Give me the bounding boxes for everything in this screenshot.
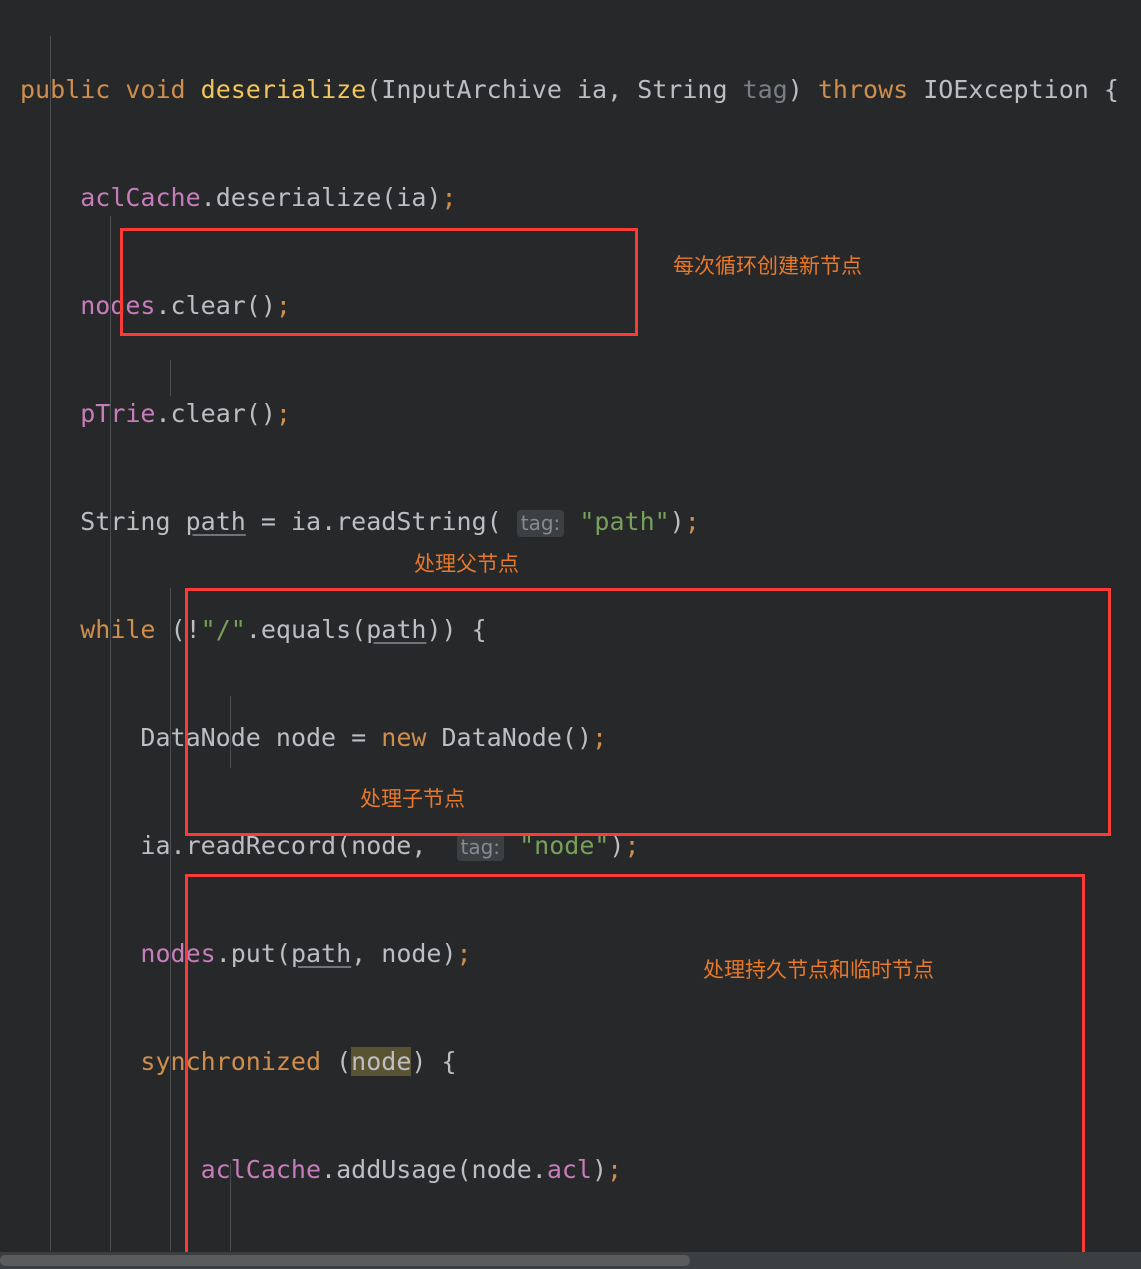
source-code-block[interactable]: public void deserialize(InputArchive ia,… xyxy=(0,0,1141,1269)
param-hint-tag: tag: xyxy=(516,510,565,537)
caret-highlight-node: node xyxy=(351,1047,412,1076)
code-line: aclCache.addUsage(node.acl); xyxy=(200,1155,623,1184)
code-editor-viewport[interactable]: public void deserialize(InputArchive ia,… xyxy=(0,0,1141,1269)
annotation-handle-persistent-and-ephemeral: 处理持久节点和临时节点 xyxy=(703,958,934,982)
horizontal-scrollbar-thumb[interactable] xyxy=(0,1255,690,1266)
code-line: ia.readRecord(node, tag: "node"); xyxy=(140,831,640,861)
annotation-handle-parent-node: 处理父节点 xyxy=(414,552,519,576)
code-line: public void deserialize(InputArchive ia,… xyxy=(20,75,1119,104)
horizontal-scrollbar[interactable] xyxy=(0,1252,1141,1269)
code-line: pTrie.clear(); xyxy=(80,399,291,428)
code-line: aclCache.deserialize(ia); xyxy=(80,183,457,212)
code-line: nodes.put(path, node); xyxy=(140,939,472,968)
code-line: synchronized (node) { xyxy=(140,1047,457,1076)
code-line: DataNode node = new DataNode(); xyxy=(140,723,608,752)
code-line: while (!"/".equals(path)) { xyxy=(80,615,487,644)
code-line: nodes.clear(); xyxy=(80,291,291,320)
annotation-create-node-each-loop: 每次循环创建新节点 xyxy=(673,254,862,278)
code-line: String path = ia.readString( tag: "path"… xyxy=(80,507,700,537)
param-hint-tag: tag: xyxy=(456,834,505,861)
annotation-handle-child-node: 处理子节点 xyxy=(360,787,465,811)
